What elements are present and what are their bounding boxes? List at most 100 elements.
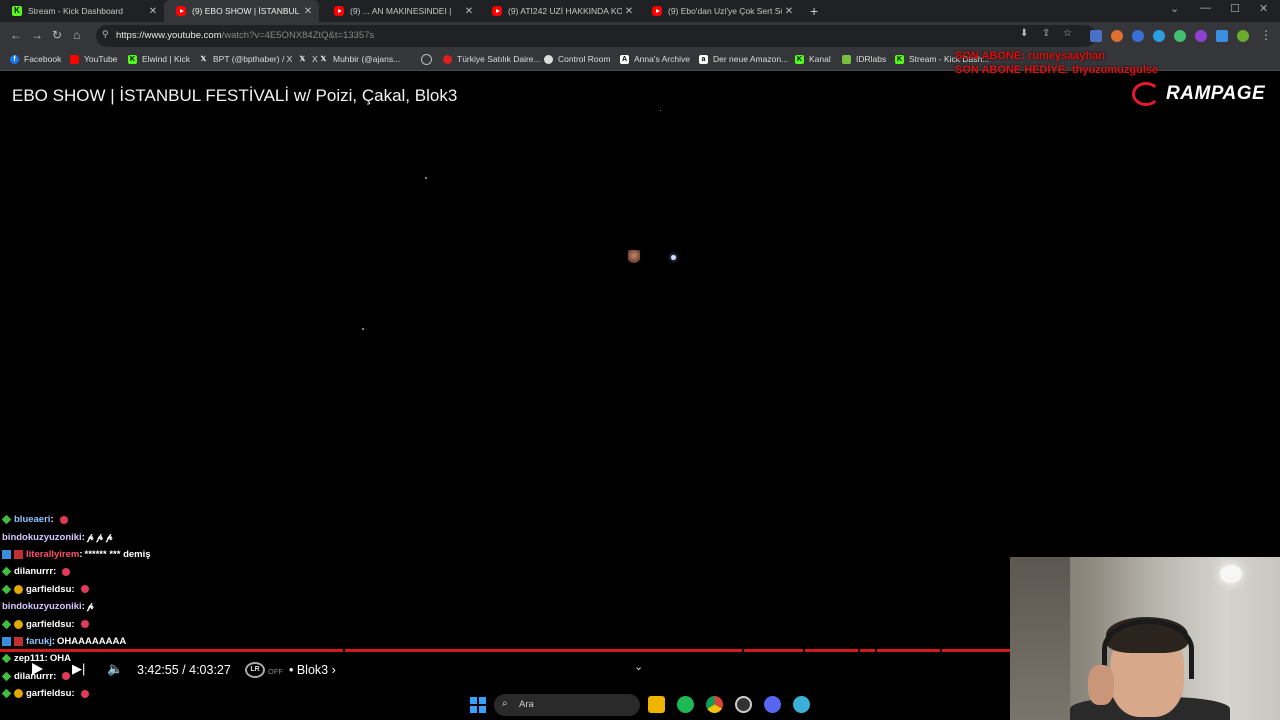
chat-username[interactable]: dilanurrr (14, 566, 53, 577)
progress-bar[interactable] (0, 649, 1010, 652)
bookmark-label: IDRlabs (856, 54, 887, 64)
close-icon[interactable]: ✕ (622, 6, 636, 17)
speck (660, 110, 661, 111)
extension-icon[interactable] (1090, 30, 1102, 42)
chat-username[interactable]: farukj (26, 636, 52, 647)
minimize-icon[interactable]: — (1200, 2, 1211, 14)
green-badge-icon (1, 619, 12, 629)
chat-username[interactable]: garfieldsu (26, 688, 71, 699)
facebook-icon: f (10, 54, 19, 64)
menu-dots-icon[interactable]: ⋮ (1260, 28, 1272, 42)
tab-ebo-uzi[interactable]: (9) Ebo'dan Uzi'ye Çok Sert Sözl ✕ (640, 0, 800, 22)
install-icon[interactable]: ⬇ (1020, 28, 1028, 39)
file-explorer-icon[interactable] (648, 696, 665, 713)
forward-icon[interactable]: → (31, 28, 43, 42)
bookmark-star-icon[interactable]: ☆ (1063, 28, 1072, 39)
chat-message: literallyirem : ****** *** demiş (2, 546, 402, 563)
bookmark-label: Elwind | Kick (142, 54, 191, 64)
blue-badge-icon (2, 636, 11, 646)
bookmark-kanal[interactable]: K Kanal (795, 54, 831, 64)
discord-icon[interactable] (764, 696, 781, 713)
blue-badge-icon (2, 549, 11, 559)
chat-message-text: OHAAAAAAAA (57, 635, 127, 647)
chat-username[interactable]: literallyirem (26, 549, 79, 560)
chat-username[interactable]: bindokuzyuzoniki (2, 601, 82, 612)
site-info-icon[interactable]: ⚲ (102, 29, 109, 40)
extension-icon[interactable] (1174, 30, 1186, 42)
tab-search-chevron-icon[interactable]: ⌄ (1170, 2, 1179, 15)
home-icon[interactable]: ⌂ (73, 28, 80, 42)
bookmark-youtube[interactable]: YouTube (70, 54, 117, 64)
bookmark-label: BPT (@bpthaber) / X (213, 54, 293, 64)
bookmark-annas-archive[interactable]: A Anna's Archive (620, 54, 690, 64)
chat-separator: : (81, 531, 85, 543)
close-icon[interactable]: ✕ (462, 6, 476, 17)
tab-ebo-show[interactable]: (9) EBO SHOW | İSTANBUL F ✕ (164, 0, 319, 22)
youtube-icon (334, 6, 344, 16)
x-icon: 𝕏 (200, 55, 207, 63)
close-icon[interactable]: ✕ (146, 6, 160, 17)
reload-icon[interactable]: ↻ (52, 28, 62, 42)
green-badge-icon (1, 584, 12, 595)
chat-message: bindokuzyuzoniki :𝓅 𝓅 𝓅 (2, 528, 402, 545)
chat-username[interactable]: bindokuzyuzoniki (2, 532, 82, 543)
bookmark-idrlabs[interactable]: IDRlabs (842, 54, 886, 64)
bookmark-control-room[interactable]: Control Room (544, 54, 610, 64)
url-field[interactable]: ⚲ https://www.youtube.com/watch?v=4E5ONX… (96, 25, 1096, 47)
tab-kick-dashboard[interactable]: K Stream - Kick Dashboard ✕ (0, 0, 164, 22)
archive-icon: A (620, 54, 629, 64)
chat-username[interactable]: blueaeri (14, 514, 50, 525)
chat-message: bindokuzyuzoniki :𝓅 (2, 598, 402, 615)
extension-icon[interactable] (1132, 30, 1144, 42)
chevron-down-icon[interactable]: ⌄ (634, 660, 643, 673)
side-panel-icon[interactable] (1216, 30, 1228, 42)
rampage-mark-icon (1132, 82, 1160, 106)
maximize-icon[interactable]: ☐ (1230, 2, 1240, 15)
new-tab-button[interactable]: + (810, 3, 818, 19)
bookmark-turkiye-daire[interactable]: Türkiye Satılık Daire... (443, 54, 541, 64)
window-close-icon[interactable]: ✕ (1259, 2, 1268, 15)
chapter-marker (858, 649, 860, 652)
chat-message: garfieldsu : (1, 581, 402, 598)
performer-silhouette (628, 250, 640, 264)
chat-username[interactable]: garfieldsu (26, 584, 71, 595)
extension-icon[interactable] (1111, 30, 1123, 42)
share-icon[interactable]: ⇪ (1042, 28, 1050, 39)
puzzle-extension-icon[interactable] (1153, 30, 1165, 42)
webcam-feed (1010, 557, 1280, 720)
chapter-marker (940, 649, 942, 652)
close-icon[interactable]: ✕ (782, 6, 796, 17)
chapter-title[interactable]: • Blok3 › (289, 663, 336, 677)
chapter-marker (875, 649, 877, 652)
chat-username[interactable]: garfieldsu (26, 619, 71, 630)
avatar[interactable] (1237, 30, 1249, 42)
bookmark-muhbir[interactable]: 𝕏 Muhbir (@ajans... (319, 54, 401, 64)
windows-start-icon[interactable] (470, 697, 486, 713)
tab-makinesi[interactable]: (9) ... AN MAKINESINDEI | ✕ (322, 0, 480, 22)
tab-ati242[interactable]: (9) ATI242 UZİ HAKKINDA KONU ✕ (480, 0, 640, 22)
time-display: 3:42:55 / 4:03:27 (137, 663, 231, 677)
emote-icon (80, 585, 89, 594)
bookmark-globe[interactable] (421, 54, 437, 65)
bookmark-facebook[interactable]: f Facebook (10, 54, 61, 64)
play-icon[interactable] (30, 662, 44, 676)
next-video-icon[interactable]: ▶| (72, 661, 85, 677)
browser-globe-icon[interactable] (793, 696, 810, 713)
close-icon[interactable]: ✕ (301, 6, 315, 17)
spotify-icon[interactable] (677, 696, 694, 713)
player-controls: ▶| 🔈 3:42:55 / 4:03:27 LR OFF • Blok3 › … (0, 656, 1010, 684)
volume-icon[interactable]: 🔈 (107, 661, 123, 677)
obs-icon[interactable] (735, 696, 752, 713)
bookmark-x[interactable]: 𝕏X (298, 54, 318, 64)
chat-separator: : (81, 601, 85, 613)
amazon-icon: a (699, 54, 708, 64)
bookmark-elwind[interactable]: K Elwind | Kick (128, 54, 190, 64)
back-icon[interactable]: ← (10, 28, 22, 42)
bookmark-amazon[interactable]: a Der neue Amazon... (699, 54, 788, 64)
bookmark-bpt[interactable]: 𝕏 BPT (@bpthaber) / X (199, 54, 293, 64)
taskbar-search[interactable]: ⌕ Ara (494, 694, 640, 716)
chrome-icon[interactable] (706, 696, 723, 713)
extension-icon[interactable] (1195, 30, 1207, 42)
autoplay-toggle[interactable]: LR (245, 662, 265, 678)
rampage-wordmark: RAMPAGE (1166, 83, 1266, 104)
